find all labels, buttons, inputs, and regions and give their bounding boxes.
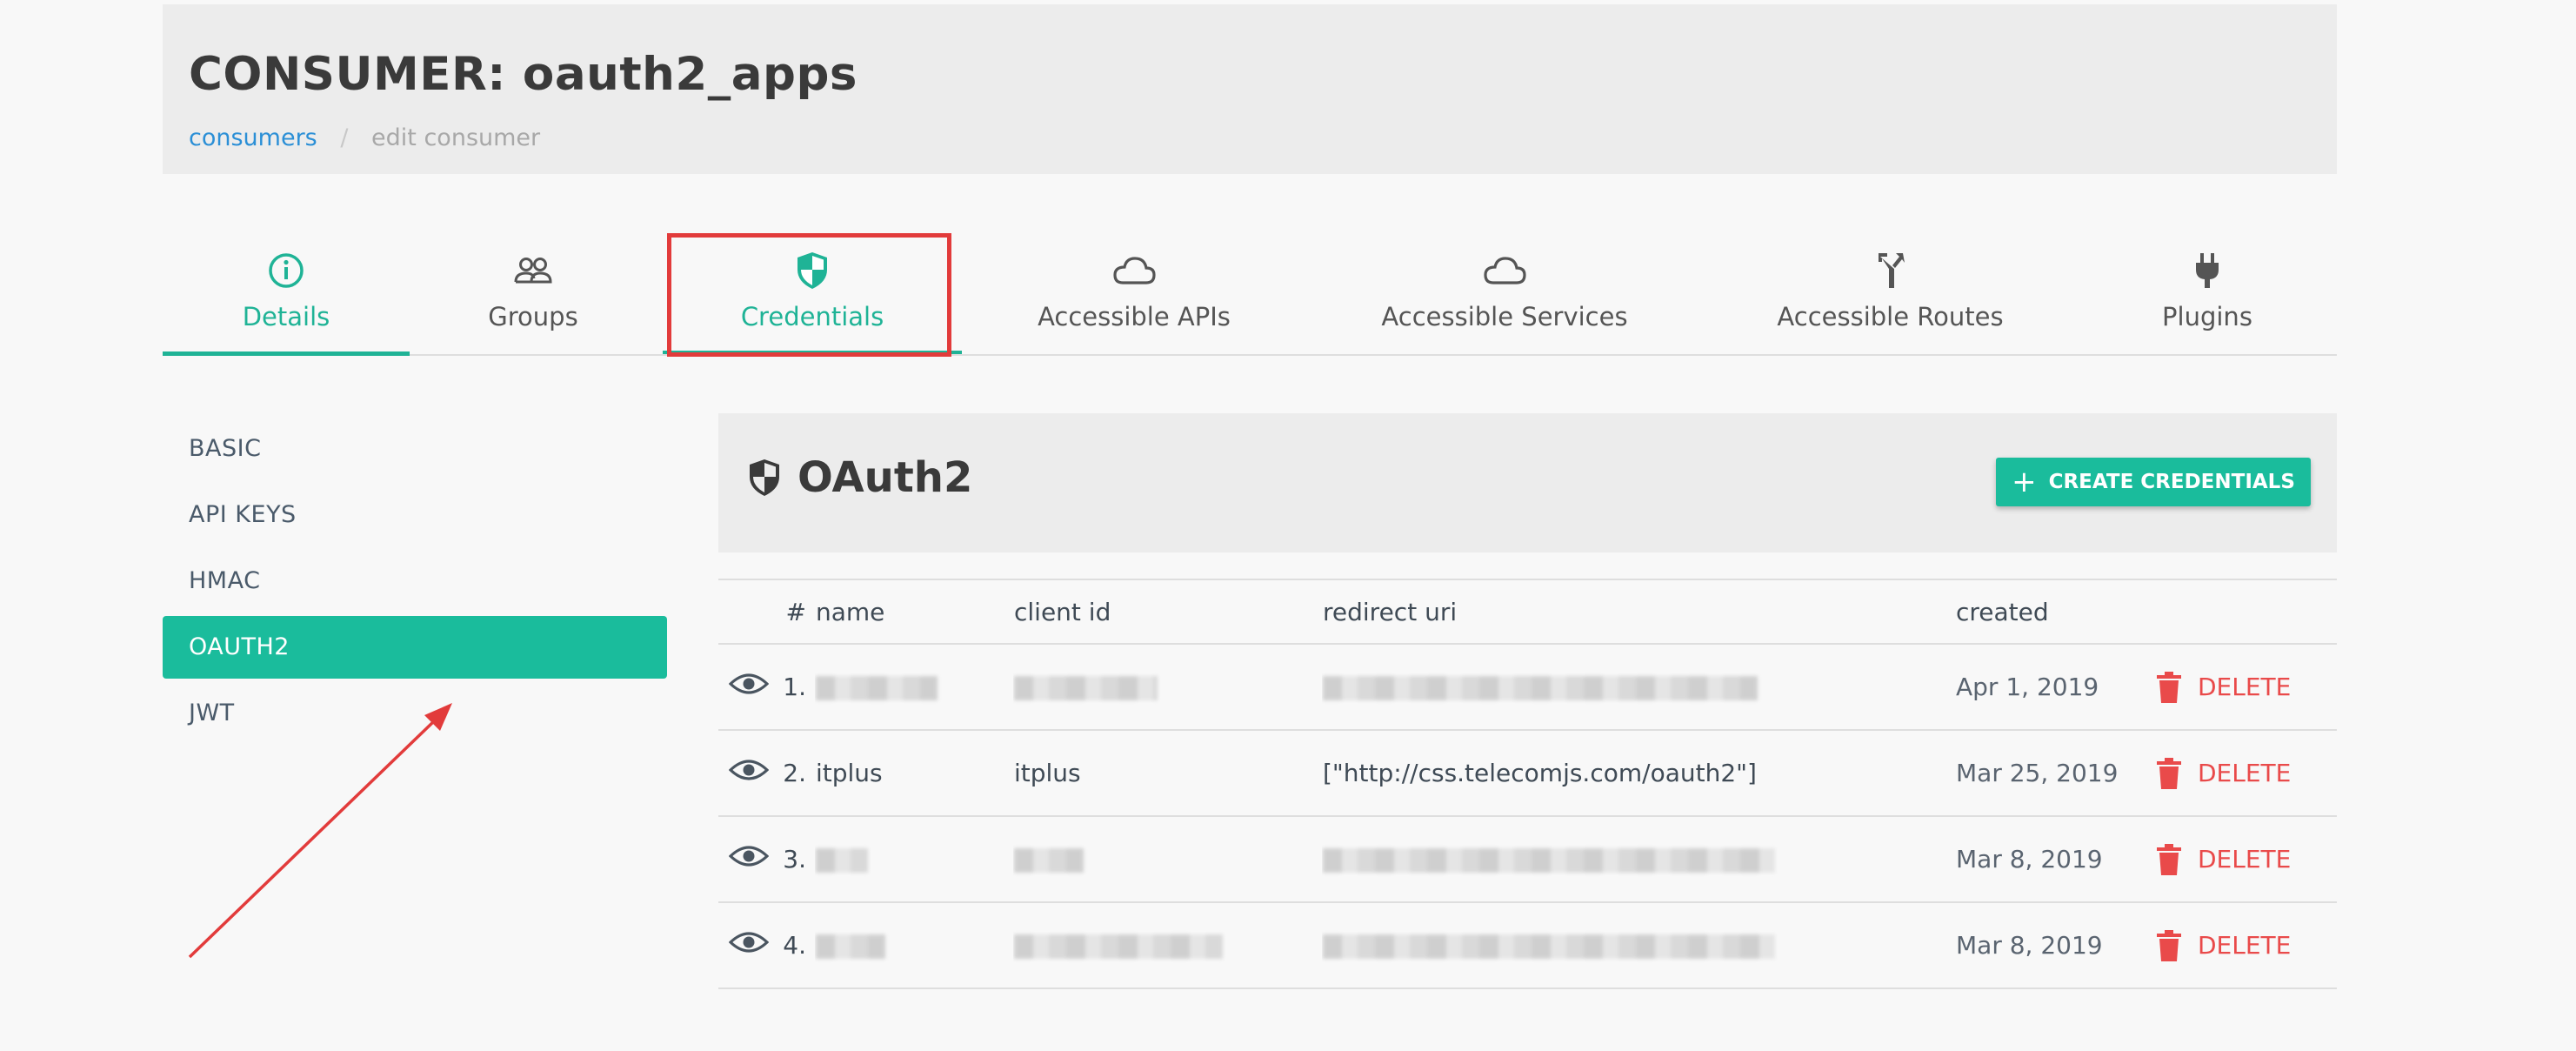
breadcrumb-consumers-link[interactable]: consumers <box>189 124 317 151</box>
redacted-redirect-uri <box>1323 676 1758 700</box>
credentials-table: # name client id redirect uri created 1.… <box>718 579 2337 989</box>
tab-details-label: Details <box>242 302 330 331</box>
page-header: CONSUMER: oauth2_apps consumers / edit c… <box>163 4 2337 174</box>
side-item-jwt[interactable]: JWT <box>163 682 667 745</box>
breadcrumb-current: edit consumer <box>371 124 541 151</box>
credentials-table-body: 1. Apr 1, 2019 DELETE 2. itplus itplus ["http:… <box>718 644 2337 989</box>
table-row: 2. itplus itplus ["http://css.telecomjs.com… <box>718 730 2337 817</box>
redacted-name <box>816 934 885 959</box>
trash-icon <box>2156 843 2182 876</box>
side-item-oauth2[interactable]: OAUTH2 <box>163 616 667 679</box>
tab-accessible-routes-label: Accessible Routes <box>1777 302 2004 331</box>
tab-plugins-label: Plugins <box>2162 302 2252 331</box>
side-item-hmac[interactable]: HMAC <box>163 550 667 613</box>
oauth2-panel-header: OAuth2 + CREATE CREDENTIALS <box>718 413 2337 552</box>
cloud-icon <box>1482 251 1527 291</box>
tab-accessible-services-label: Accessible Services <box>1381 302 1628 331</box>
delete-label: DELETE <box>2198 931 2292 960</box>
row-created: Apr 1, 2019 <box>1955 644 2155 731</box>
trash-icon <box>2156 929 2182 962</box>
header-view <box>718 579 776 645</box>
plug-icon <box>2193 251 2221 291</box>
redacted-name <box>816 676 938 700</box>
header-created: created <box>1955 579 2155 645</box>
eye-icon[interactable] <box>728 846 770 875</box>
panel-title-text: OAuth2 <box>797 453 973 502</box>
panel-title: OAuth2 <box>747 453 972 502</box>
redacted-name <box>816 848 868 873</box>
redacted-client-id <box>1014 934 1223 959</box>
cloud-icon <box>1111 251 1157 291</box>
redacted-redirect-uri <box>1323 848 1775 873</box>
redacted-client-id <box>1014 848 1084 873</box>
delete-label: DELETE <box>2198 845 2292 874</box>
shield-icon <box>747 458 782 498</box>
header-num: # <box>776 579 815 645</box>
delete-button[interactable]: DELETE <box>2156 757 2336 790</box>
delete-label: DELETE <box>2198 673 2292 701</box>
credential-type-menu: BASIC API KEYS HMAC OAUTH2 JWT <box>163 418 667 748</box>
row-number: 1. <box>776 644 815 731</box>
tab-accessible-apis-label: Accessible APIs <box>1038 302 1231 331</box>
breadcrumb: consumers / edit consumer <box>189 124 540 151</box>
delete-label: DELETE <box>2198 759 2292 787</box>
shield-icon <box>795 251 830 291</box>
table-row: 3. Mar 8, 2019 DELETE <box>718 816 2337 903</box>
header-name: name <box>815 579 1013 645</box>
row-name: itplus <box>815 730 1013 817</box>
credentials-tab-underline <box>663 351 962 354</box>
delete-button[interactable]: DELETE <box>2156 671 2336 704</box>
row-number: 2. <box>776 730 815 817</box>
create-credentials-label: CREATE CREDENTIALS <box>2048 471 2295 493</box>
plus-icon: + <box>2012 465 2037 499</box>
tab-accessible-services[interactable]: Accessible Services <box>1306 231 1703 354</box>
table-header-row: # name client id redirect uri created <box>718 579 2337 645</box>
delete-button[interactable]: DELETE <box>2156 843 2336 876</box>
info-circle-icon <box>267 251 305 291</box>
side-item-basic[interactable]: BASIC <box>163 418 667 480</box>
tab-plugins[interactable]: Plugins <box>2078 231 2337 354</box>
tab-credentials-label: Credentials <box>740 302 884 331</box>
table-row: 1. Apr 1, 2019 DELETE <box>718 644 2337 731</box>
row-client-id: itplus <box>1013 730 1322 817</box>
people-icon <box>512 251 554 291</box>
row-created: Mar 25, 2019 <box>1955 730 2155 817</box>
row-created: Mar 8, 2019 <box>1955 816 2155 903</box>
tab-groups[interactable]: Groups <box>410 231 657 354</box>
row-created: Mar 8, 2019 <box>1955 902 2155 989</box>
consumer-tabs: Details Groups Credentials Accessible AP… <box>163 231 2337 356</box>
tab-accessible-apis[interactable]: Accessible APIs <box>962 231 1306 354</box>
row-number: 3. <box>776 816 815 903</box>
row-number: 4. <box>776 902 815 989</box>
side-item-api-keys[interactable]: API KEYS <box>163 484 667 546</box>
create-credentials-button[interactable]: + CREATE CREDENTIALS <box>1996 458 2311 506</box>
tab-credentials[interactable]: Credentials <box>663 231 962 354</box>
redacted-redirect-uri <box>1323 934 1775 959</box>
header-client-id: client id <box>1013 579 1322 645</box>
header-actions <box>2155 579 2337 645</box>
trash-icon <box>2156 671 2182 704</box>
fork-icon <box>1873 251 1908 291</box>
row-redirect-uri: ["http://css.telecomjs.com/oauth2"] <box>1322 730 1955 817</box>
tab-accessible-routes[interactable]: Accessible Routes <box>1703 231 2078 354</box>
redacted-client-id <box>1014 676 1158 700</box>
eye-icon[interactable] <box>728 932 770 961</box>
trash-icon <box>2156 757 2182 790</box>
tab-details[interactable]: Details <box>163 231 410 356</box>
delete-button[interactable]: DELETE <box>2156 929 2336 962</box>
breadcrumb-separator: / <box>340 124 349 151</box>
eye-icon[interactable] <box>728 760 770 789</box>
eye-icon[interactable] <box>728 673 770 703</box>
tab-groups-label: Groups <box>488 302 578 331</box>
page-title: CONSUMER: oauth2_apps <box>189 48 858 101</box>
table-row: 4. Mar 8, 2019 DELETE <box>718 902 2337 989</box>
header-redirect-uri: redirect uri <box>1322 579 1955 645</box>
